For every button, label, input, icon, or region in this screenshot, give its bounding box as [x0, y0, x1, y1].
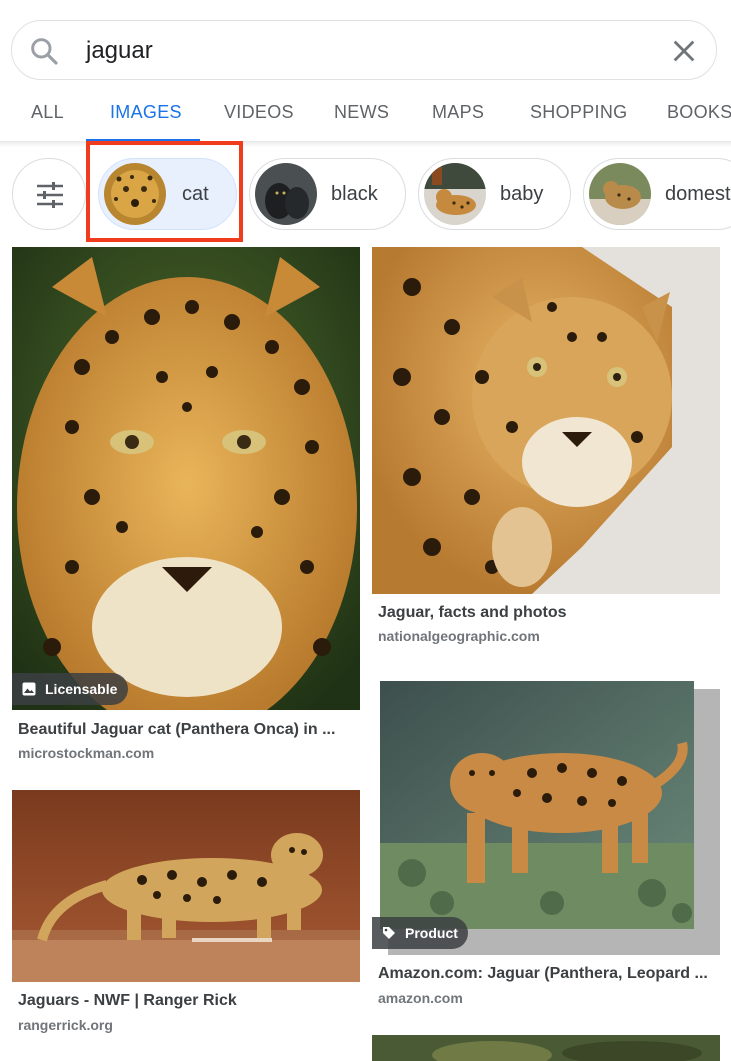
licensable-badge: Licensable — [12, 673, 128, 705]
chip-label: domest — [665, 183, 731, 205]
result-image-3[interactable] — [12, 790, 360, 982]
result-source-4: amazon.com — [378, 990, 463, 1006]
image-icon — [22, 682, 36, 696]
result-source-3: rangerrick.org — [18, 1017, 113, 1033]
chip-thumbnail — [255, 163, 317, 225]
result-image-5[interactable] — [372, 1035, 720, 1061]
tab-shopping[interactable]: SHOPPING — [530, 102, 627, 123]
result-title-2[interactable]: Jaguar, facts and photos — [378, 604, 566, 622]
result-source-1: microstockman.com — [18, 745, 155, 761]
tab-maps[interactable]: MAPS — [432, 102, 484, 123]
result-title-3[interactable]: Jaguars - NWF | Ranger Rick — [18, 992, 237, 1010]
tab-all[interactable]: ALL — [31, 102, 64, 123]
result-source-2: nationalgeographic.com — [378, 628, 540, 644]
chip-domestic[interactable]: domest — [583, 158, 731, 230]
tab-videos[interactable]: VIDEOS — [224, 102, 294, 123]
result-title-1[interactable]: Beautiful Jaguar cat (Panthera Onca) in … — [18, 721, 335, 739]
chip-thumbnail — [589, 163, 651, 225]
chip-black[interactable]: black — [249, 158, 406, 230]
chip-thumbnail — [424, 163, 486, 225]
result-image-4[interactable]: Product — [372, 673, 720, 955]
result-image-2[interactable] — [372, 247, 720, 594]
tab-images[interactable]: IMAGES — [110, 102, 182, 123]
result-title-4[interactable]: Amazon.com: Jaguar (Panthera, Leopard ..… — [378, 965, 708, 983]
search-input[interactable]: jaguar — [86, 35, 153, 67]
tune-icon — [37, 182, 63, 208]
search-tabs: ALL IMAGES VIDEOS NEWS MAPS SHOPPING BOO… — [0, 86, 731, 140]
search-bar[interactable]: jaguar — [11, 20, 717, 80]
result-image-1[interactable]: Licensable — [12, 247, 360, 710]
chip-label: baby — [500, 183, 544, 205]
close-icon[interactable] — [670, 37, 698, 65]
chip-baby[interactable]: baby — [418, 158, 571, 230]
search-icon[interactable] — [28, 35, 60, 67]
tab-books[interactable]: BOOKS — [667, 102, 731, 123]
annotation-highlight — [86, 141, 243, 242]
tab-news[interactable]: NEWS — [334, 102, 389, 123]
product-badge: Product — [372, 917, 468, 949]
tag-icon — [383, 927, 395, 939]
chip-label: black — [331, 183, 378, 205]
filter-settings-button[interactable] — [12, 158, 86, 230]
